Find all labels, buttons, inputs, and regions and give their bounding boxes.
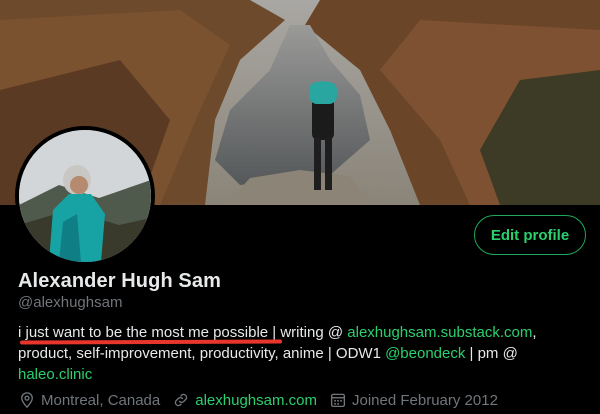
website-link[interactable]: alexhughsam.com (195, 392, 317, 409)
profile-bio: i just want to be the most me possible |… (18, 322, 583, 385)
location-pin-icon (21, 392, 33, 409)
joined-text: Joined February 2012 (351, 391, 498, 409)
profile-meta-row: Montreal, Canada alexhughsam.com Joined … (18, 390, 510, 410)
bio-link-haleo[interactable]: haleo.clinic (18, 366, 92, 383)
profile-avatar[interactable] (15, 126, 155, 266)
link-icon (175, 393, 188, 407)
location-text: Montreal, Canada (41, 391, 161, 409)
avatar-photo (19, 130, 151, 262)
profile-website[interactable]: alexhughsam.com (172, 391, 317, 409)
bio-link-substack[interactable]: alexhughsam.substack.com (347, 324, 532, 341)
edit-profile-button[interactable]: Edit profile (474, 215, 586, 255)
profile-location: Montreal, Canada (18, 391, 160, 409)
bio-text: | pm @ (465, 345, 518, 362)
bio-text: i just want to be the most me possible |… (18, 324, 348, 341)
profile-handle: @alexhughsam (18, 294, 123, 311)
profile-name: Alexander Hugh Sam (18, 270, 221, 292)
profile-joined: Joined February 2012 (329, 391, 498, 409)
bio-link-beondeck[interactable]: @beondeck (385, 345, 465, 362)
calendar-icon (330, 393, 346, 408)
